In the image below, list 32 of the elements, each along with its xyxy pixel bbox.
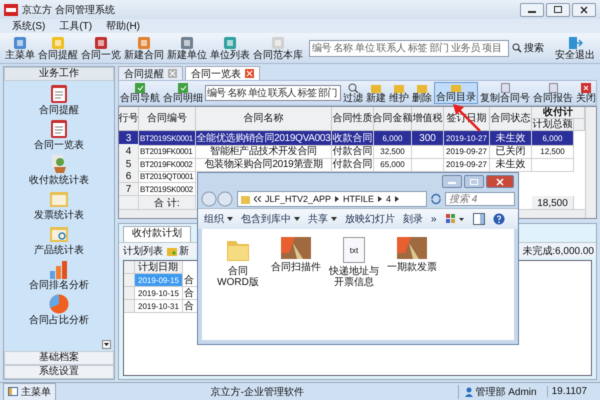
table-cell-text: 合 xyxy=(184,287,194,300)
table-cell: 2019-10-27 xyxy=(444,131,490,146)
table-cell: BT2019FK0002 xyxy=(139,157,196,172)
table-cell: 32,500 xyxy=(374,144,412,159)
table-cell: BT2019QT0001 xyxy=(139,170,196,183)
version-label: 19.1107 xyxy=(546,386,597,397)
window-title: 京立方 合同管理系统 xyxy=(22,4,115,16)
table-cell: 6,000 xyxy=(532,131,574,146)
table-cell: 智能柜产品技术开发合同 xyxy=(196,144,332,159)
status-title: 京立方-企业管理软件 xyxy=(210,386,305,398)
table-cell: 2019-09-15 xyxy=(138,276,179,284)
table-cell-text: 合 xyxy=(184,274,194,287)
column-group-header: 收付计 xyxy=(532,107,585,119)
summary-text: 未完成:6,000.00 xyxy=(522,244,594,258)
table-cell: 全能优选购销合同2019QVA003 xyxy=(196,131,332,146)
table-cell: 收款合同 xyxy=(332,131,374,146)
table-cell: BT2019FK0001 xyxy=(139,144,196,159)
table-cell: 2019-10-31 xyxy=(138,302,179,310)
row-number: 7 xyxy=(119,183,139,196)
user-label: 管理部 Admin xyxy=(458,384,543,398)
table-cell: 未生效 xyxy=(490,131,532,146)
table-cell: 12,500 xyxy=(532,144,574,159)
table-cell: 已关闭 xyxy=(490,144,532,159)
table-cell: 6,000 xyxy=(374,131,412,146)
table-cell: 300 xyxy=(412,131,444,146)
table-cell: 2019-10-15 xyxy=(138,288,179,298)
table-cell: BT2019SK0001 xyxy=(139,131,196,146)
row-number: 6 xyxy=(119,170,139,183)
table-cell: 2019-09-27 xyxy=(444,144,490,159)
table-cell-text: 合 xyxy=(184,300,194,313)
text-file-icon: txt xyxy=(343,237,365,263)
table-cell: 付款合同 xyxy=(332,144,374,159)
